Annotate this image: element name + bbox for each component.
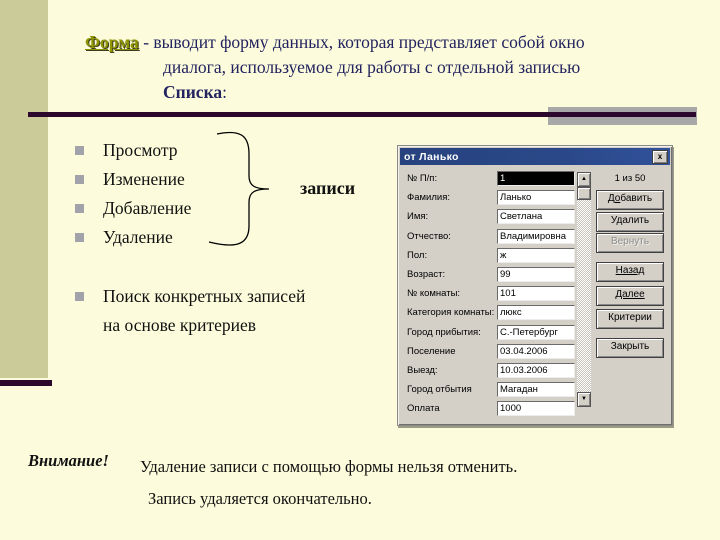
dialog-titlebar: от Ланько x [400, 148, 670, 165]
add-button[interactable]: Добавить [596, 190, 664, 210]
field-row: Имя: Светлана [407, 209, 575, 225]
close-button[interactable]: Закрыть [596, 338, 664, 358]
field-row: Возраст: 99 [407, 266, 575, 282]
field-input-komnata[interactable]: 101 [497, 286, 575, 302]
field-row: Город прибытия: С.-Петербург [407, 324, 575, 340]
field-row: Оплата 1000 [407, 401, 575, 417]
field-row: Выезд: 10.03.2006 [407, 362, 575, 378]
field-row: Пол: ж [407, 247, 575, 263]
field-input-gorod-otbytiya[interactable]: Магадан [497, 382, 575, 398]
field-input-vyezd[interactable]: 10.03.2006 [497, 362, 575, 378]
warning-label: Внимание! [28, 451, 109, 470]
field-input-gorod-pribytiya[interactable]: С.-Петербург [497, 324, 575, 340]
title-line-3: Списка: [163, 82, 228, 102]
bullet-square-icon [75, 146, 84, 155]
field-input-otchestvo[interactable]: Владимировна [497, 228, 575, 244]
title-term: Форма [85, 32, 139, 52]
bullet-square-icon [75, 233, 84, 242]
scroll-up-icon[interactable]: ▲ [577, 172, 591, 187]
slide-left-bar-underline [0, 380, 52, 386]
field-row: № комнаты: 101 [407, 286, 575, 302]
warning-text: Удаление записи с помощью формы нельзя о… [140, 451, 517, 515]
field-row: № П/п: 1 [407, 171, 575, 186]
field-input-poselenie[interactable]: 03.04.2006 [497, 343, 575, 359]
list-item-continuation: на основе критериев [103, 315, 257, 335]
title-divider-line [28, 112, 696, 117]
list-item: Поиск конкретных записей [75, 286, 375, 307]
dialog-body: № П/п: 1 Фамилия: Ланько Имя: Светлана Отче… [400, 165, 670, 421]
scrollbar[interactable]: ▲ ▼ [577, 172, 591, 407]
slide-title: Форма - выводит форму данных, которая пр… [85, 30, 665, 105]
title-line-2: диалога, используемое для работы с отдел… [163, 57, 581, 77]
dialog-title: от Ланько [404, 150, 459, 163]
next-button[interactable]: Далее [596, 286, 664, 306]
brace-label: записи [300, 178, 356, 198]
curly-brace [208, 131, 270, 246]
field-input-imya[interactable]: Светлана [497, 209, 575, 225]
scroll-down-icon[interactable]: ▼ [577, 392, 591, 407]
close-icon[interactable]: x [652, 149, 668, 164]
field-input-vozrast[interactable]: 99 [497, 266, 575, 282]
bullet-square-icon [75, 175, 84, 184]
fields-column: № П/п: 1 Фамилия: Ланько Имя: Светлана Отче… [407, 171, 575, 417]
field-input-kategoriya[interactable]: люкс [497, 305, 575, 321]
criteria-button[interactable]: Критерии [596, 309, 664, 329]
back-button[interactable]: Назад [596, 262, 664, 282]
scrollbar-thumb[interactable] [577, 187, 591, 200]
scrollbar-track[interactable] [577, 200, 591, 392]
field-row: Фамилия: Ланько [407, 190, 575, 206]
restore-button: Вернуть [596, 233, 664, 253]
warning-line-1: Удаление записи с помощью формы нельзя о… [140, 457, 518, 476]
bullet-square-icon [75, 292, 84, 301]
field-input-npp[interactable]: 1 [497, 171, 575, 186]
field-input-familiya[interactable]: Ланько [497, 190, 575, 206]
field-row: Поселение 03.04.2006 [407, 343, 575, 359]
record-counter: 1 из 50 [614, 173, 646, 184]
field-input-pol[interactable]: ж [497, 247, 575, 263]
bullet-square-icon [75, 204, 84, 213]
delete-button[interactable]: Удалить [596, 212, 664, 232]
title-spiska: Списка [163, 82, 223, 102]
title-after-term: - выводит форму данных, которая представ… [138, 32, 585, 52]
field-row: Город отбытия Магадан [407, 382, 575, 398]
warning-note: Внимание! Удаление записи с помощью форм… [28, 451, 517, 515]
field-row: Категория комнаты: люкс [407, 305, 575, 321]
field-row: Отчество: Владимировна [407, 228, 575, 244]
title-line-1: Форма - выводит форму данных, которая пр… [85, 30, 665, 55]
field-input-oplata[interactable]: 1000 [497, 401, 575, 417]
buttons-column: 1 из 50 Добавить Удалить Вернуть Назад Д… [596, 171, 664, 417]
warning-line-2: Запись удаляется окончательно. [148, 489, 372, 508]
slide-left-bar [0, 0, 48, 378]
data-form-dialog: от Ланько x № П/п: 1 Фамилия: Ланько Имя: С… [397, 145, 673, 426]
